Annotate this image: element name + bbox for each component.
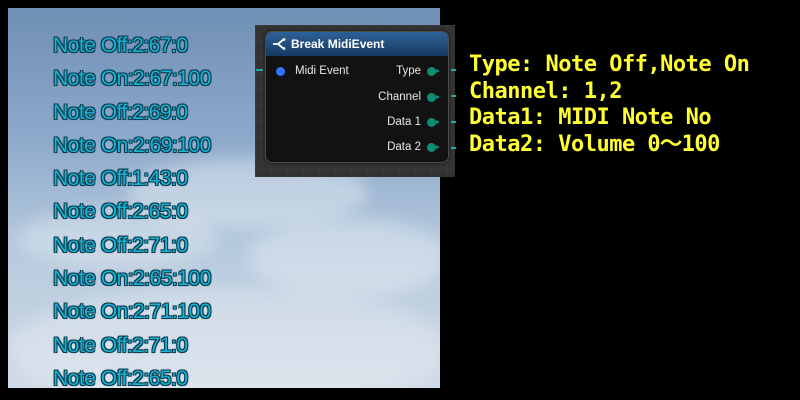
node-header[interactable]: Break MidiEvent bbox=[266, 32, 448, 56]
log-line: Note Off:2:67:0 bbox=[53, 34, 188, 57]
log-line: Note Off:2:65:0 bbox=[53, 200, 188, 224]
log-line: Note On:2:69:100 bbox=[53, 133, 211, 157]
pin-label: Midi Event bbox=[295, 65, 349, 77]
pin-label: Type bbox=[396, 65, 421, 77]
log-line: Note Off:2:69:0 bbox=[53, 100, 188, 124]
annotation-data2: Data2: Volume 0〜100 bbox=[469, 131, 720, 157]
output-pin-data2[interactable]: Data 2 bbox=[387, 141, 440, 153]
byte-pin-icon[interactable] bbox=[427, 66, 440, 76]
input-pin-midi-event[interactable]: Midi Event bbox=[276, 65, 349, 77]
byte-pin-icon[interactable] bbox=[427, 142, 440, 152]
log-line: Note Off:1:43:0 bbox=[53, 167, 188, 191]
break-struct-icon bbox=[272, 35, 286, 54]
byte-pin-icon[interactable] bbox=[427, 117, 440, 127]
log-line: Note Off:2:71:0 bbox=[53, 233, 188, 257]
annotation-notes: Type: Note Off,Note On Channel: 1,2 Data… bbox=[469, 52, 750, 158]
annotation-type: Type: Note Off,Note On bbox=[469, 52, 750, 77]
log-line: Note Off:2:71:0 bbox=[53, 333, 188, 357]
byte-pin-icon[interactable] bbox=[427, 92, 440, 102]
pin-label: Channel bbox=[378, 91, 421, 103]
pin-label: Data 1 bbox=[387, 116, 421, 128]
annotation-channel: Channel: 1,2 bbox=[469, 78, 622, 104]
log-line: Note On:2:71:100 bbox=[53, 300, 211, 324]
cloud bbox=[248, 218, 440, 298]
print-string-log: Note Off:2:67:0 Note On:2:67:100 Note Of… bbox=[53, 32, 211, 398]
log-line: Note On:2:67:100 bbox=[53, 67, 211, 91]
log-line: Note On:2:65:100 bbox=[53, 267, 211, 291]
annotation-data1: Data1: MIDI Note No bbox=[469, 105, 712, 131]
break-midievent-node[interactable]: Break MidiEvent Midi Event Type Channel … bbox=[265, 31, 449, 163]
log-line: Note Off:2:65:0 bbox=[53, 366, 188, 390]
output-pin-type[interactable]: Type bbox=[396, 65, 440, 77]
struct-pin-icon[interactable] bbox=[276, 66, 285, 76]
output-pin-channel[interactable]: Channel bbox=[378, 91, 440, 103]
output-pin-data1[interactable]: Data 1 bbox=[387, 116, 440, 128]
node-title: Break MidiEvent bbox=[291, 37, 385, 51]
pin-label: Data 2 bbox=[387, 141, 421, 153]
